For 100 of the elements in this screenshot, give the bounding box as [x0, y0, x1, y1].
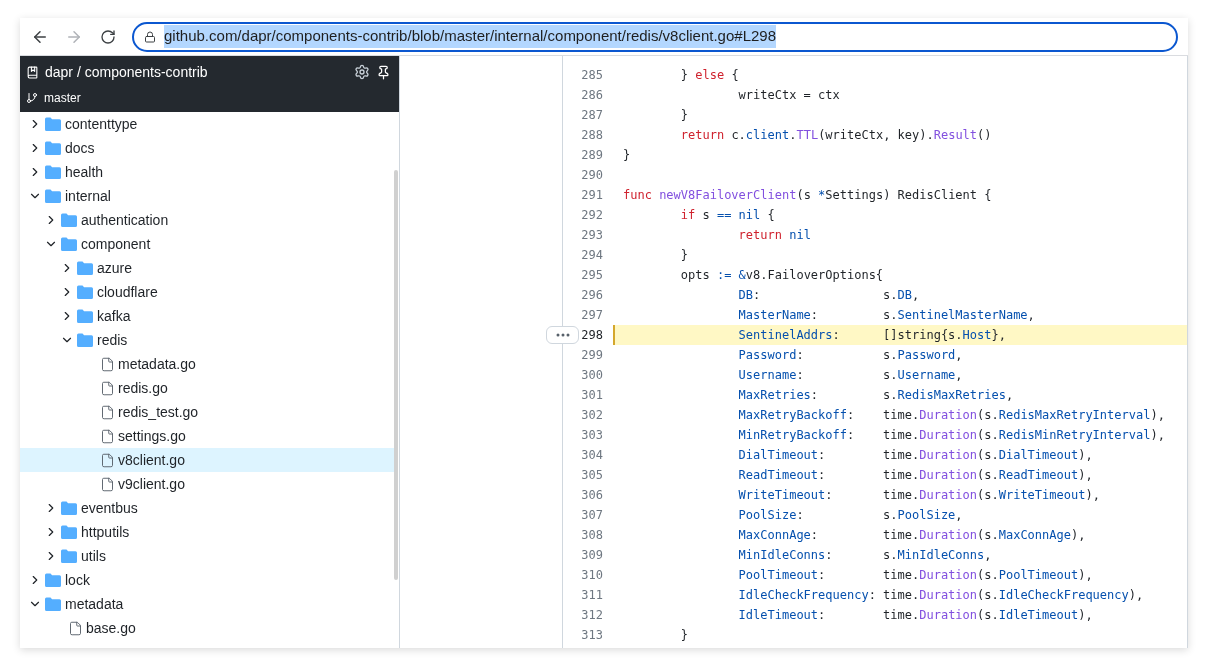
tree-item[interactable]: metadata	[20, 592, 394, 616]
code-line: }	[679, 627, 689, 644]
folder-icon	[45, 189, 61, 203]
line-number[interactable]: 308	[581, 526, 603, 544]
line-number[interactable]: 312	[581, 606, 603, 624]
file-icon	[100, 428, 115, 444]
folder-icon	[77, 261, 93, 275]
tree-item[interactable]: settings.go	[20, 424, 394, 448]
tree-item[interactable]: kafka	[20, 304, 394, 328]
code-line: MasterName: s.SentinelMasterName,	[737, 307, 1035, 324]
code-line: IdleCheckFrequency: time.Duration(s.IdleCheckFrequency),	[737, 587, 1144, 604]
tree-item[interactable]: utils	[20, 544, 394, 568]
code-line: }	[679, 247, 689, 264]
line-number[interactable]: 299	[581, 346, 603, 364]
tree-item[interactable]: cloudflare	[20, 280, 394, 304]
repo-icon	[26, 65, 39, 79]
folder-icon	[77, 333, 93, 347]
code-line: MinIdleConns: s.MinIdleConns,	[737, 547, 992, 564]
line-number[interactable]: 309	[581, 546, 603, 564]
tree-item[interactable]: lock	[20, 568, 394, 592]
line-number[interactable]: 301	[581, 386, 603, 404]
line-number[interactable]: 288	[581, 126, 603, 144]
line-number[interactable]: 306	[581, 486, 603, 504]
line-number[interactable]: 304	[581, 446, 603, 464]
tree-item[interactable]: authentication	[20, 208, 394, 232]
line-number[interactable]: 291	[581, 186, 603, 204]
line-number[interactable]: 294	[581, 246, 603, 264]
folder-icon	[77, 285, 93, 299]
settings-icon[interactable]	[354, 64, 370, 80]
tree-item[interactable]: v8client.go	[20, 448, 394, 472]
repo-name: dapr / components-contrib	[45, 62, 208, 82]
scrollbar[interactable]	[394, 170, 398, 580]
pin-icon[interactable]	[376, 64, 391, 80]
code-line: Password: s.Password,	[737, 347, 963, 364]
tree-item[interactable]: redis_test.go	[20, 400, 394, 424]
folder-icon	[45, 141, 61, 155]
line-number[interactable]: 300	[581, 366, 603, 384]
line-number[interactable]: 292	[581, 206, 603, 224]
line-number[interactable]: 293	[581, 226, 603, 244]
code-line: MaxConnAge: time.Duration(s.MaxConnAge),	[737, 527, 1086, 544]
code-line: MinRetryBackoff: time.Duration(s.RedisMinRetryInterval),	[737, 427, 1165, 444]
line-number[interactable]: 287	[581, 106, 603, 124]
code-line: if s == nil {	[679, 207, 775, 224]
file-icon	[100, 356, 115, 372]
line-number[interactable]: 295	[581, 266, 603, 284]
tree-item[interactable]: contenttype	[20, 112, 394, 136]
address-field[interactable]: github.com/dapr/components-contrib/blob/master/internal/component/redis/v8client.go#L298	[132, 21, 1178, 52]
folder-icon	[61, 501, 77, 515]
tree-item[interactable]: v9client.go	[20, 472, 394, 496]
line-number[interactable]: 313	[581, 626, 603, 644]
tree-item[interactable]: redis	[20, 328, 394, 352]
folder-icon	[45, 573, 61, 587]
line-number[interactable]: 310	[581, 566, 603, 584]
tree-item[interactable]: httputils	[20, 520, 394, 544]
tree-item[interactable]: health	[20, 160, 394, 184]
code-line: IdleTimeout: time.Duration(s.IdleTimeout),	[737, 607, 1093, 624]
line-number[interactable]: 290	[581, 166, 603, 184]
file-icon	[100, 380, 115, 396]
code-line: WriteTimeout: time.Duration(s.WriteTimeout),	[737, 487, 1100, 504]
lock-icon	[144, 30, 156, 43]
code-line: func newV8FailoverClient(s *Settings) RedisClient {	[623, 187, 992, 204]
folder-icon	[61, 549, 77, 563]
folder-icon	[45, 165, 61, 179]
code-line: return c.client.TTL(writeCtx, key).Result()	[679, 127, 992, 144]
code-line: Username: s.Username,	[737, 367, 963, 384]
code-line: SentinelAddrs: []string{s.Host},	[737, 327, 1006, 344]
code-line: writeCtx = ctx	[737, 87, 840, 104]
tree-item[interactable]: metadata.go	[20, 352, 394, 376]
folder-icon	[77, 309, 93, 323]
file-icon	[100, 404, 115, 420]
tree-item[interactable]: redis.go	[20, 376, 394, 400]
line-number[interactable]: 307	[581, 506, 603, 524]
code-line: DB: s.DB,	[737, 287, 920, 304]
branch-name: master	[44, 89, 81, 107]
line-number[interactable]: 297	[581, 306, 603, 324]
folder-icon	[45, 597, 61, 611]
tree-item[interactable]: internal	[20, 184, 394, 208]
line-number[interactable]: 298	[581, 326, 603, 344]
line-number[interactable]: 289	[581, 146, 603, 164]
tree-item[interactable]: docs	[20, 136, 394, 160]
tree-item[interactable]: component	[20, 232, 394, 256]
line-number[interactable]: 311	[581, 586, 603, 604]
line-number[interactable]: 305	[581, 466, 603, 484]
branch-icon	[26, 91, 38, 104]
tree-item[interactable]: base.go	[20, 616, 394, 640]
code-line: }	[623, 147, 631, 164]
folder-icon	[45, 117, 61, 131]
line-number[interactable]: 296	[581, 286, 603, 304]
line-number[interactable]: 303	[581, 426, 603, 444]
code-line: MaxRetries: s.RedisMaxRetries,	[737, 387, 1014, 404]
file-icon	[100, 452, 115, 468]
folder-icon	[61, 525, 77, 539]
file-icon	[100, 476, 115, 492]
line-number[interactable]: 285	[581, 66, 603, 84]
code-line: PoolTimeout: time.Duration(s.PoolTimeout),	[737, 567, 1093, 584]
line-number[interactable]: 302	[581, 406, 603, 424]
tree-item[interactable]: azure	[20, 256, 394, 280]
line-number[interactable]: 286	[581, 86, 603, 104]
code-line: DialTimeout: time.Duration(s.DialTimeout),	[737, 447, 1093, 464]
tree-item[interactable]: eventbus	[20, 496, 394, 520]
